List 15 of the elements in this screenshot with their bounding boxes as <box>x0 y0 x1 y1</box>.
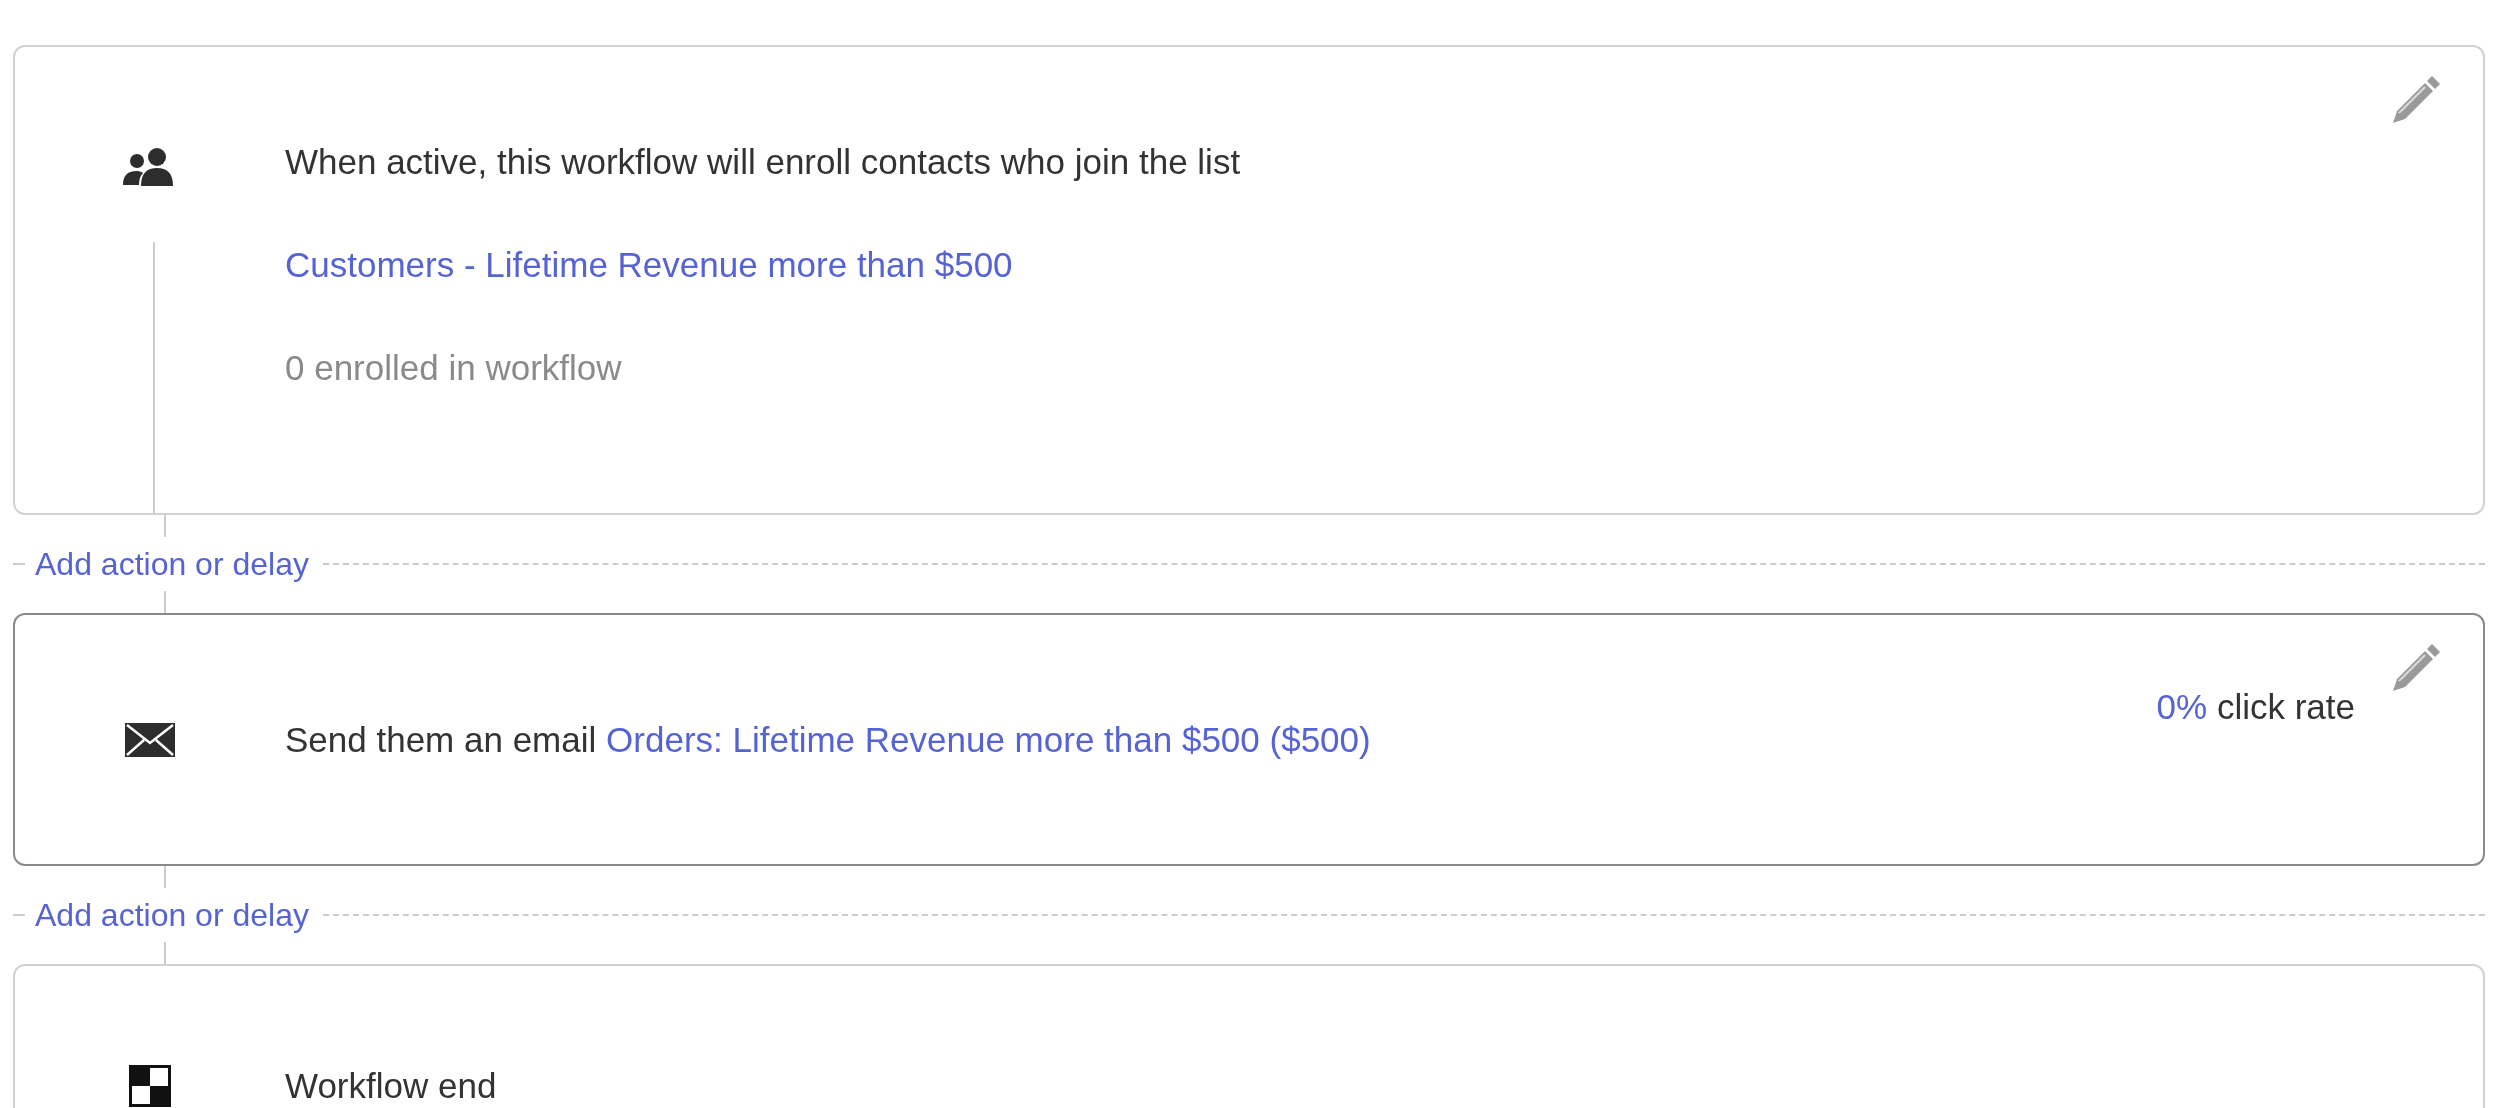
click-rate-value: 0% <box>2156 687 2208 726</box>
workflow-end-label: Workflow end <box>285 1066 497 1106</box>
add-action-link[interactable]: Add action or delay <box>35 545 309 583</box>
email-link[interactable]: Orders: Lifetime Revenue more than $500 ($500) <box>606 719 1371 760</box>
trigger-description: When active, this workflow will enroll contacts who join the list <box>285 142 1241 182</box>
envelope-icon <box>125 722 175 757</box>
step-card[interactable]: Workflow end <box>13 964 2485 1108</box>
add-action-link[interactable]: Add action or delay <box>35 896 309 934</box>
list-link[interactable]: Customers - Lifetime Revenue more than $500 <box>285 245 1241 285</box>
checkered-flag-icon <box>129 1065 171 1107</box>
enrolled-count: 0 enrolled in workflow <box>285 348 623 388</box>
step-card[interactable]: Send them an email Orders: Lifetime Revenue more than $500 ($500) 0% click rate <box>13 613 2485 866</box>
step-card[interactable]: When active, this workflow will enroll contacts who join the list Customers - Lifetime Revenue more than $500 0 enrolled in workflow <box>13 45 2485 515</box>
click-rate-label: click rate <box>2216 687 2355 726</box>
action-description: Send them an email <box>285 719 597 760</box>
